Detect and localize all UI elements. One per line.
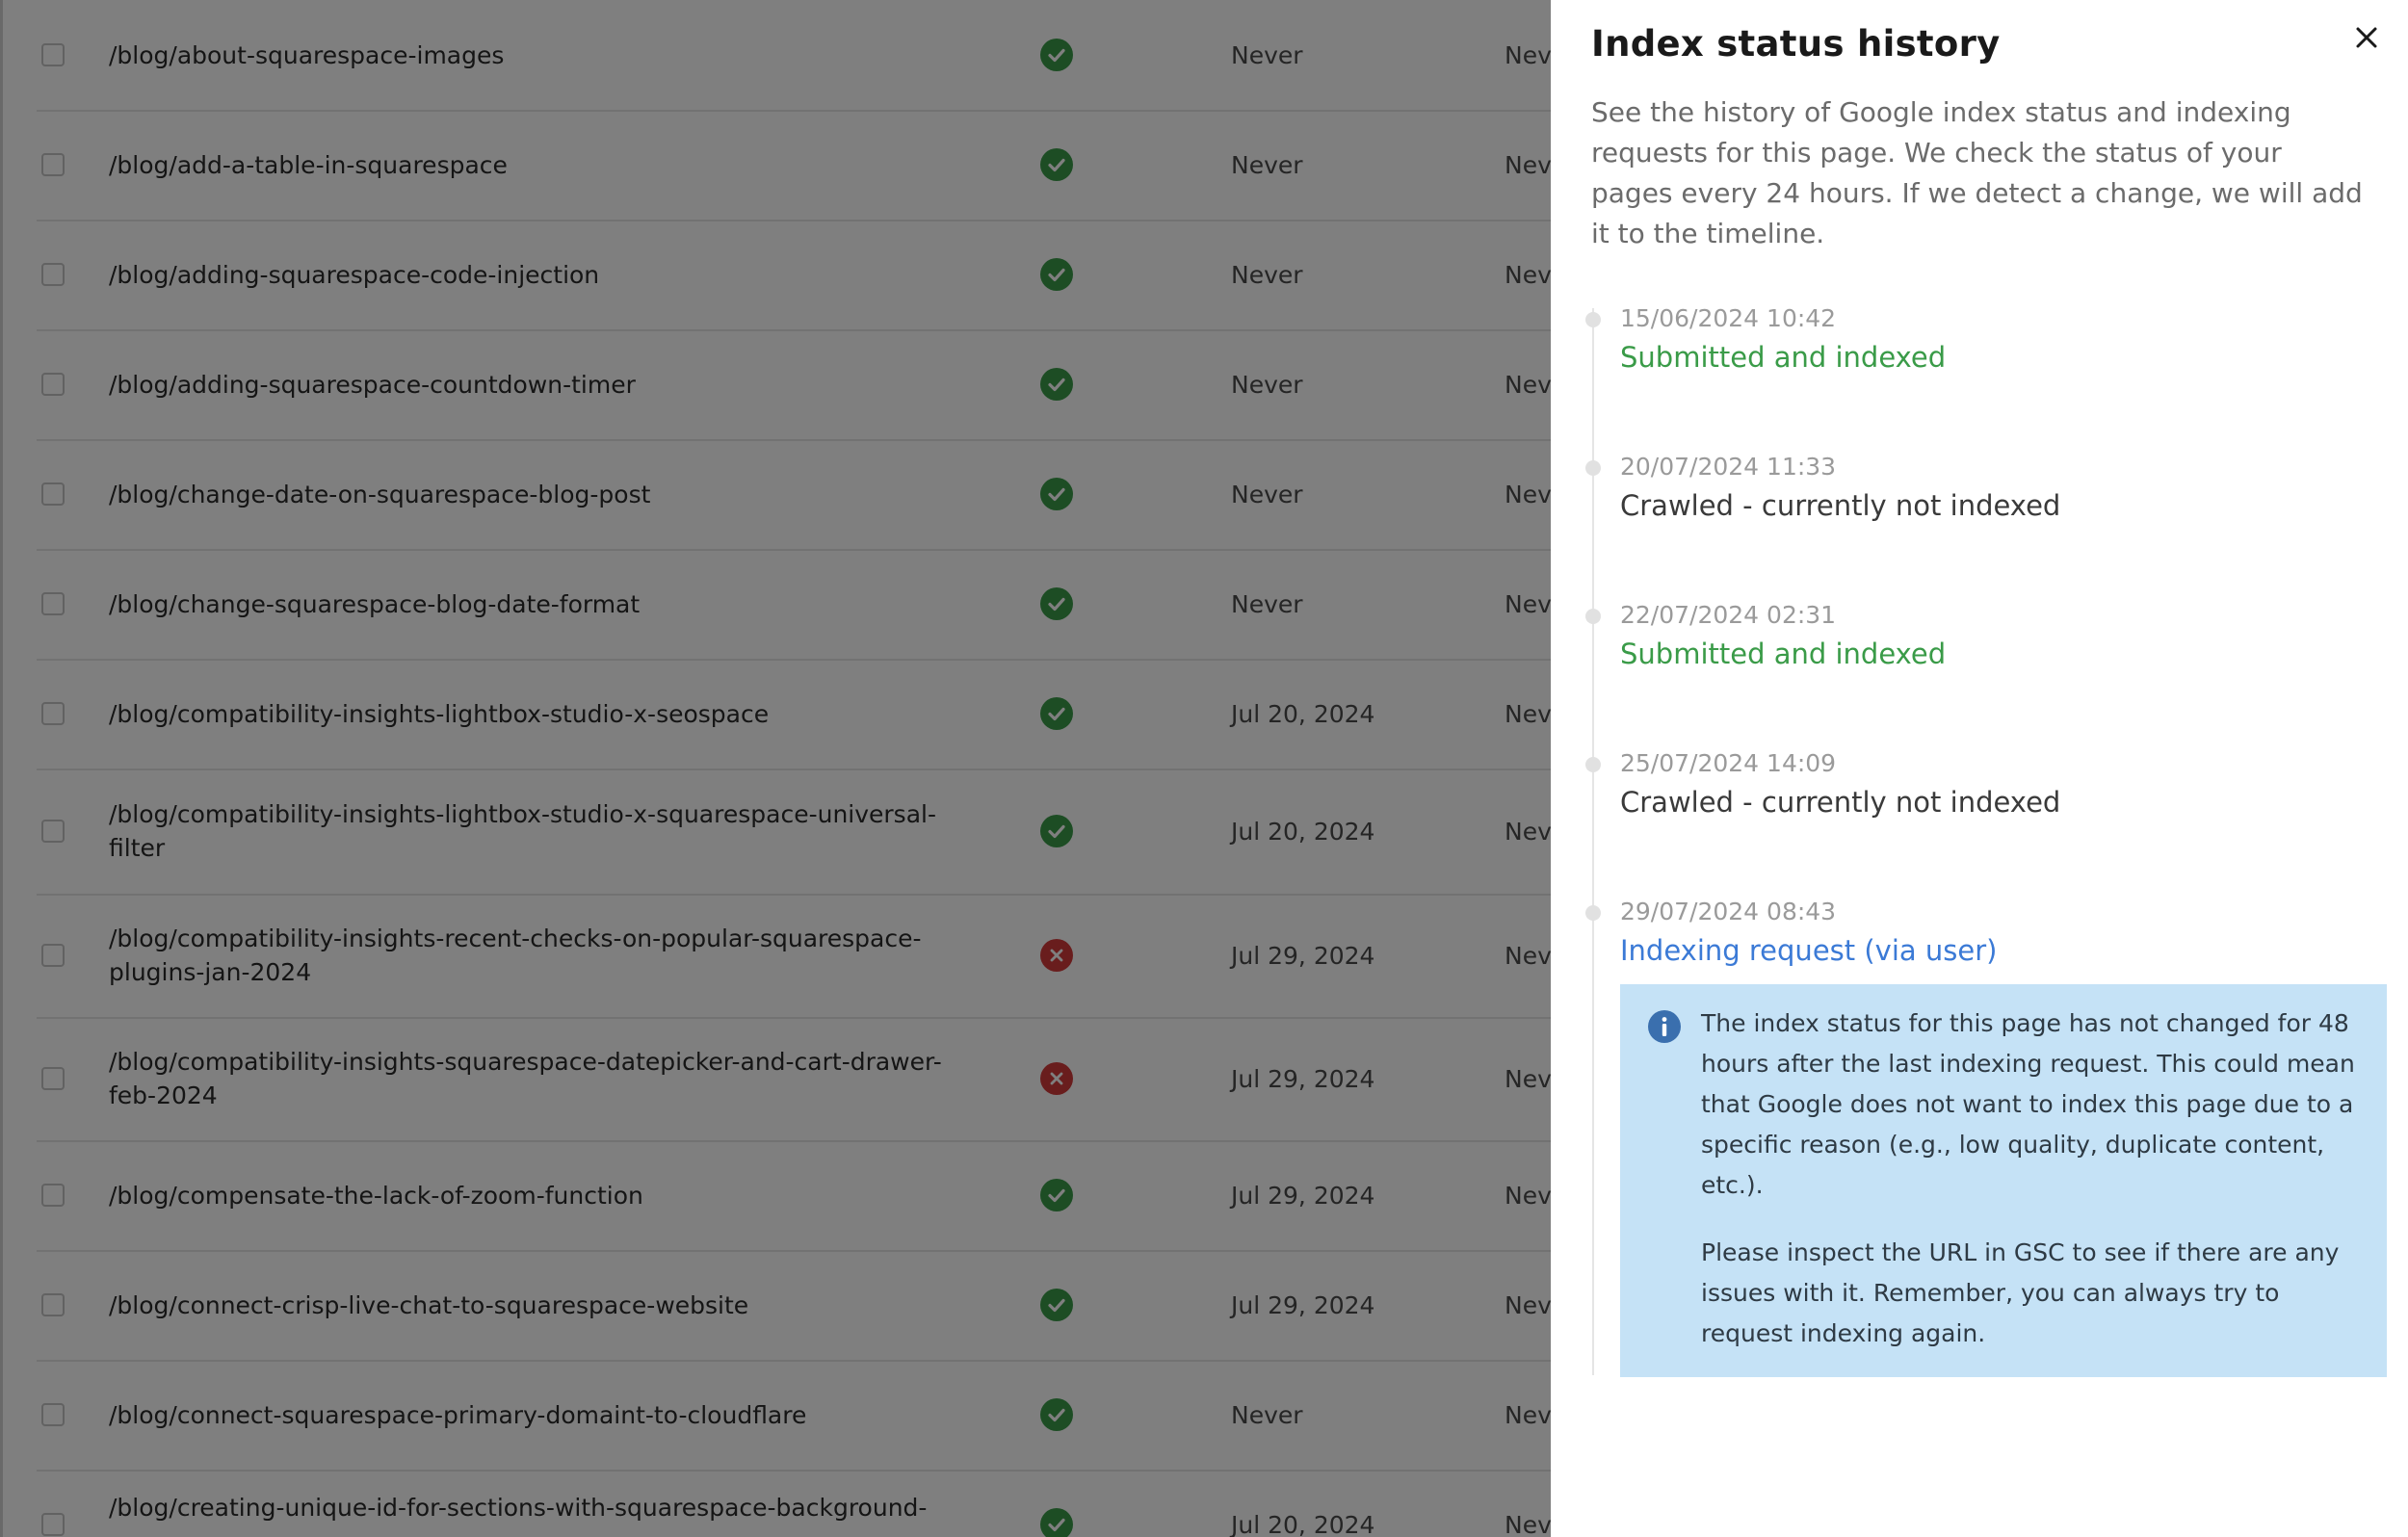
timeline-dot	[1585, 609, 1601, 624]
close-icon	[2356, 27, 2377, 48]
entry-timestamp: 20/07/2024 11:33	[1620, 453, 1837, 481]
entry-timestamp: 29/07/2024 08:43	[1620, 898, 1837, 925]
entry-timestamp: 15/06/2024 10:42	[1620, 304, 1837, 332]
index-status-history-panel: Index status history See the history of …	[1551, 0, 2408, 1537]
info-icon	[1648, 1010, 1681, 1043]
modal-backdrop[interactable]	[0, 0, 1551, 1537]
entry-status: Crawled - currently not indexed	[1620, 786, 2061, 819]
info-callout: The index status for this page has not c…	[1620, 984, 2387, 1377]
close-button[interactable]	[2350, 21, 2383, 54]
entry-status: Submitted and indexed	[1620, 638, 1947, 670]
entry-status: Submitted and indexed	[1620, 341, 1947, 374]
panel-description: See the history of Google index status a…	[1591, 96, 2363, 249]
timeline-dot	[1585, 905, 1601, 921]
timeline-dot	[1585, 312, 1601, 327]
entry-timestamp: 25/07/2024 14:09	[1620, 749, 1837, 777]
timeline-dot	[1585, 460, 1601, 476]
info-paragraph: The index status for this page has not c…	[1701, 1009, 2355, 1199]
entry-status: Indexing request (via user)	[1620, 934, 1998, 967]
info-paragraph: Please inspect the URL in GSC to see if …	[1701, 1238, 2340, 1347]
info-text: The index status for this page has not c…	[1701, 1003, 2356, 1381]
timeline-dot	[1585, 757, 1601, 772]
entry-timestamp: 22/07/2024 02:31	[1620, 601, 1837, 629]
panel-title: Index status history	[1591, 23, 2001, 65]
entry-status: Crawled - currently not indexed	[1620, 489, 2061, 522]
